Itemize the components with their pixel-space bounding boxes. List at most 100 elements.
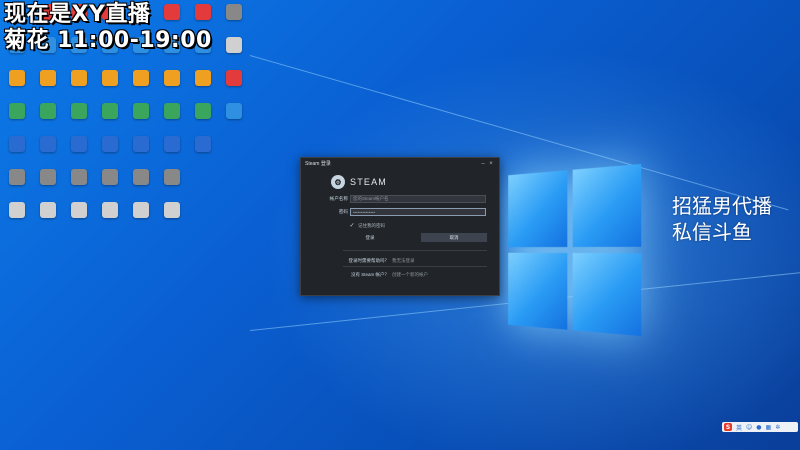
desktop-icon[interactable]: [2, 70, 32, 104]
desktop-icon[interactable]: [157, 202, 187, 236]
desktop-icon[interactable]: [33, 103, 63, 137]
remember-password-label: 记住我的密码: [358, 223, 385, 228]
login-button[interactable]: 登录: [349, 233, 391, 242]
desktop-icon[interactable]: [126, 136, 156, 170]
desktop-icon[interactable]: [64, 169, 94, 203]
account-name-input[interactable]: 您的Steam帐户名: [350, 195, 486, 203]
desktop-icon[interactable]: [64, 136, 94, 170]
app-icon: [71, 136, 87, 152]
desktop-icon[interactable]: [188, 103, 218, 137]
app-icon: [71, 169, 87, 185]
create-account-link[interactable]: 创建一个新的帐户: [392, 272, 428, 278]
desktop-icon[interactable]: [33, 202, 63, 236]
password-row: 密码 ••••••••••••••: [321, 208, 486, 216]
close-button[interactable]: ×: [487, 161, 495, 167]
desktop-icon[interactable]: [219, 70, 249, 104]
desktop-icon[interactable]: [126, 169, 156, 203]
desktop-icon[interactable]: [95, 136, 125, 170]
settings-icon: ✲: [775, 423, 781, 431]
password-label: 密码: [338, 209, 348, 214]
desktop-icon[interactable]: [95, 169, 125, 203]
keyboard-icon: ▦: [765, 423, 772, 431]
desktop-icon[interactable]: [2, 136, 32, 170]
cancel-button[interactable]: 取消: [421, 233, 487, 242]
app-icon: [102, 202, 118, 218]
app-icon: [195, 70, 211, 86]
app-icon: [40, 136, 56, 152]
desktop-icon[interactable]: [64, 202, 94, 236]
checkmark-icon: ✓: [349, 223, 355, 229]
stream-overlay-line1: 现在是XY直播: [4, 2, 151, 27]
desktop-icon[interactable]: [219, 4, 249, 38]
help-link[interactable]: 我无法登录: [392, 258, 415, 264]
app-icon: [164, 103, 180, 119]
app-icon: [9, 136, 25, 152]
desktop-icon[interactable]: [126, 70, 156, 104]
desktop-icon[interactable]: [33, 70, 63, 104]
app-icon: [133, 103, 149, 119]
app-icon: [164, 136, 180, 152]
app-icon: [195, 136, 211, 152]
desktop-icon[interactable]: [2, 169, 32, 203]
help-question: 登录时需要帮助吗？: [348, 258, 390, 263]
app-icon: [164, 70, 180, 86]
help-row: 登录时需要帮助吗？ 我无法登录: [341, 258, 415, 264]
desktop-icon[interactable]: [188, 136, 218, 170]
minimize-button[interactable]: –: [479, 161, 487, 167]
desktop-icon[interactable]: [2, 202, 32, 236]
desktop-icon[interactable]: [219, 103, 249, 137]
remember-password-checkbox[interactable]: ✓ 记住我的密码: [349, 223, 385, 229]
app-icon: [9, 103, 25, 119]
desktop-icon[interactable]: [126, 202, 156, 236]
desktop-icon[interactable]: [64, 103, 94, 137]
ime-toolbar[interactable]: S 英 ☺ ● ▦ ✲: [722, 422, 798, 432]
steam-window-title: Steam 登录: [305, 161, 331, 167]
desktop-icon[interactable]: [64, 70, 94, 104]
stream-overlay-ad-line1: 招猛男代播: [672, 194, 772, 218]
app-icon: [40, 70, 56, 86]
desktop-icon[interactable]: [157, 103, 187, 137]
account-label: 帐户名称: [329, 196, 348, 201]
desktop-icon[interactable]: [33, 136, 63, 170]
desktop-icon[interactable]: [126, 103, 156, 137]
app-icon: [226, 103, 242, 119]
steam-titlebar[interactable]: Steam 登录 – ×: [301, 158, 499, 169]
mic-icon: ●: [756, 423, 762, 431]
desktop-icon[interactable]: [219, 37, 249, 71]
desktop-icon[interactable]: [188, 70, 218, 104]
app-icon: [102, 103, 118, 119]
emoji-icon: ☺: [746, 423, 753, 431]
no-account-question: 没有 Steam 帐户？: [350, 272, 389, 277]
steam-logo-icon: ⚙: [331, 175, 345, 189]
desktop-icon[interactable]: [95, 70, 125, 104]
desktop-icon[interactable]: [33, 169, 63, 203]
desktop-icon[interactable]: [157, 70, 187, 104]
app-icon: [9, 70, 25, 86]
desktop-icon[interactable]: [95, 103, 125, 137]
desktop-icon[interactable]: [95, 202, 125, 236]
stream-overlay-ad: 招猛男代播 私信斗鱼: [672, 193, 772, 245]
stream-overlay-title: 现在是XY直播 菊花 11:00-19:00: [4, 2, 212, 54]
ime-mode: 英: [736, 424, 743, 432]
desktop-icon[interactable]: [2, 103, 32, 137]
desktop-icon[interactable]: [157, 136, 187, 170]
steam-login-dialog: Steam 登录 – × ⚙ STEAM 帐户名称 您的Steam帐户名 密码 …: [300, 157, 500, 296]
app-icon: [40, 169, 56, 185]
windows-logo-pane: [508, 252, 568, 330]
app-icon: [71, 202, 87, 218]
app-icon: [102, 70, 118, 86]
password-input[interactable]: ••••••••••••••: [350, 208, 486, 216]
app-icon: [9, 169, 25, 185]
account-row: 帐户名称 您的Steam帐户名: [321, 195, 486, 203]
app-icon: [226, 4, 242, 20]
app-icon: [164, 202, 180, 218]
divider: [343, 250, 487, 251]
app-icon: [71, 103, 87, 119]
app-icon: [9, 202, 25, 218]
app-icon: [226, 70, 242, 86]
app-icon: [102, 169, 118, 185]
app-icon: [133, 202, 149, 218]
desktop-icon[interactable]: [157, 169, 187, 203]
app-icon: [133, 169, 149, 185]
password-value: ••••••••••••••: [353, 209, 376, 215]
